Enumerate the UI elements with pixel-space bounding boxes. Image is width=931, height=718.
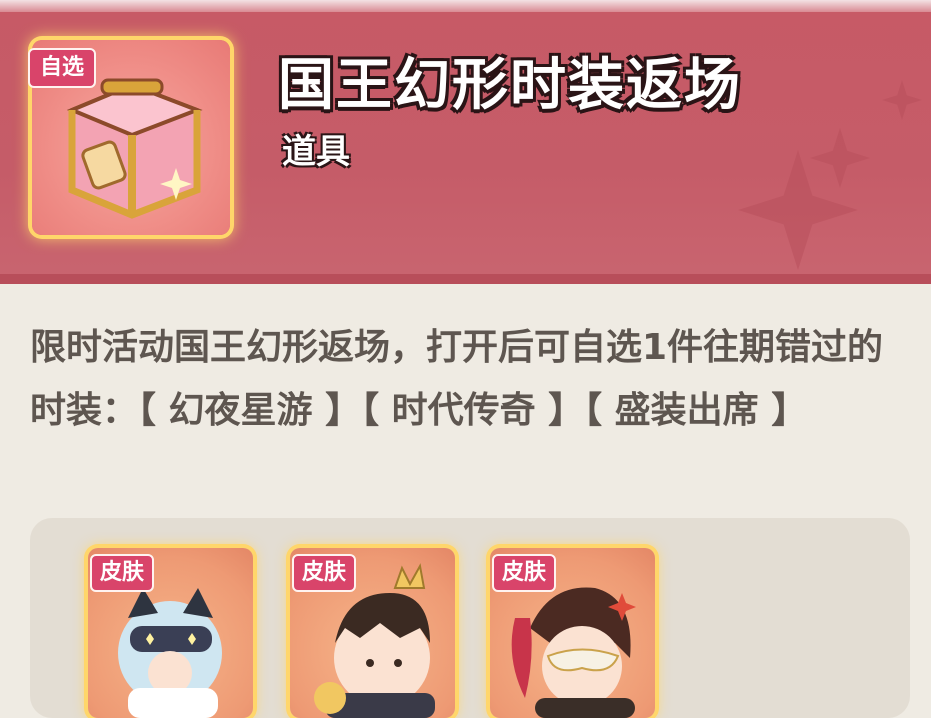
header-top-edge — [0, 0, 931, 12]
item-icon-frame: 自选 — [28, 40, 230, 235]
header-bottom-edge — [0, 274, 931, 284]
reward-tag: 皮肤 — [292, 554, 357, 592]
item-type-label: 道具 — [282, 132, 350, 172]
reward-skin-card[interactable]: 皮肤 — [490, 548, 655, 718]
reward-skin-card[interactable]: 皮肤 — [290, 548, 455, 718]
item-title: 国王幻形时装返场 — [278, 53, 742, 118]
item-tag: 自选 — [28, 48, 97, 88]
reward-tag: 皮肤 — [492, 554, 557, 592]
decorative-star-icon — [810, 128, 870, 188]
item-description: 限时活动国王幻形返场，打开后可自选1件往期错过的时装：【 幻夜星游 】【 时代传… — [30, 327, 884, 431]
reward-skin-card[interactable]: 皮肤 — [88, 548, 253, 718]
reward-tag: 皮肤 — [90, 554, 155, 592]
item-header: 自选 国王幻形时装返场 道具 — [0, 0, 931, 284]
decorative-star-icon — [882, 80, 922, 120]
